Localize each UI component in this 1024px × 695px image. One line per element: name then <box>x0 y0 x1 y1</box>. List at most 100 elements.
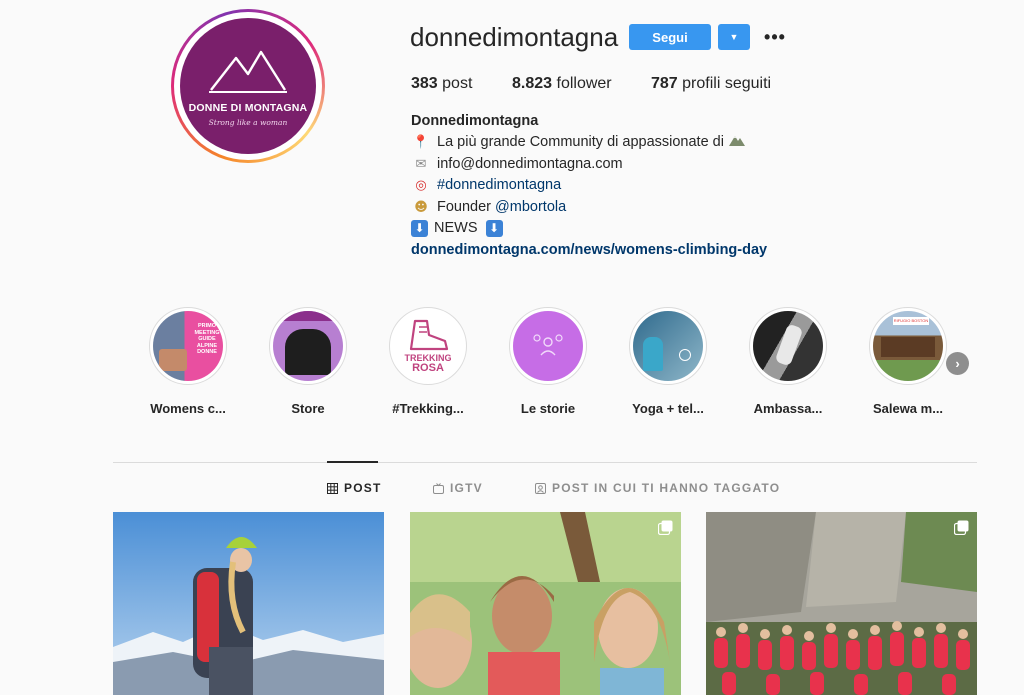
posts-stat: 383 post <box>411 75 472 93</box>
grid-icon <box>327 482 338 494</box>
highlight-salewa[interactable]: RIFUGIO BOSTON Salewa m... <box>863 307 953 416</box>
logo-tagline: Strong like a woman <box>208 117 288 127</box>
highlight-store[interactable]: Store <box>263 307 353 416</box>
highlight-label: Store <box>291 401 325 416</box>
bio-line-community: 📍 La più grande Community di appassionate… <box>411 132 746 153</box>
woman-icon: ☻ <box>414 200 428 215</box>
bio-community-text: La più grande Community di appassionate … <box>437 134 724 150</box>
mountain-emoji-icon <box>729 136 745 146</box>
multiple-photos-icon <box>954 520 969 535</box>
highlight-image: PRIMO MEETING GUIDE ALPINE DONNE <box>153 311 223 381</box>
group-icon <box>533 334 563 356</box>
chevron-right-icon: › <box>955 356 960 371</box>
bio-name: Donnedimontagna <box>411 113 539 129</box>
highlight-image: RIFUGIO BOSTON <box>873 311 943 381</box>
trekking-logo-line2: ROSA <box>412 362 444 374</box>
down-arrow-icon: ⬇ <box>485 220 503 237</box>
yoga-figure <box>643 337 663 371</box>
tab-posts-label: POST <box>344 481 382 495</box>
tab-tagged-label: POST IN CUI TI HANNO TAGGATO <box>552 481 781 495</box>
highlight-womens[interactable]: PRIMO MEETING GUIDE ALPINE DONNE Womens … <box>143 307 233 416</box>
multiple-photos-icon <box>658 520 673 535</box>
tab-igtv-label: IGTV <box>450 481 483 495</box>
tab-igtv[interactable]: IGTV <box>433 481 483 495</box>
salewa-sign: RIFUGIO BOSTON <box>893 317 929 325</box>
suggested-dropdown-button[interactable]: ▼ <box>718 24 750 50</box>
highlight-ring: PRIMO MEETING GUIDE ALPINE DONNE <box>149 307 227 385</box>
tab-tagged[interactable]: POST IN CUI TI HANNO TAGGATO <box>535 481 780 495</box>
highlight-label: Ambassa... <box>753 401 823 416</box>
highlight-ring: RIFUGIO BOSTON <box>869 307 947 385</box>
ellipsis-icon: ••• <box>764 26 786 47</box>
bio-line-news: ⬇ NEWS ⬇ <box>411 218 509 239</box>
follow-button[interactable]: Segui <box>629 24 711 50</box>
envelope-icon: ✉ <box>415 157 427 172</box>
highlight-image <box>273 311 343 381</box>
tab-posts[interactable]: POST <box>327 481 381 495</box>
highlight-image <box>513 311 583 381</box>
post-image-hiker <box>113 512 384 695</box>
hashtag-link[interactable]: #donnedimontagna <box>437 177 561 193</box>
followers-stat[interactable]: 8.823 follower <box>512 75 612 93</box>
highlight-womens-text: PRIMO MEETING GUIDE ALPINE DONNE <box>194 323 220 355</box>
profile-username: donnedimontagna <box>410 22 619 52</box>
highlight-ring <box>629 307 707 385</box>
target-icon: ◎ <box>415 178 427 193</box>
highlight-image <box>753 311 823 381</box>
hut-building <box>881 337 935 357</box>
highlight-ring <box>269 307 347 385</box>
logo-text: DONNE DI MONTAGNA <box>188 101 308 114</box>
posts-count: 383 <box>411 75 438 92</box>
profile-avatar[interactable]: DONNE DI MONTAGNA Strong like a woman <box>171 9 325 163</box>
post-thumbnail[interactable] <box>113 512 384 695</box>
down-arrow-icon: ⬇ <box>411 220 428 237</box>
tagged-person-icon <box>535 482 546 494</box>
trekking-logo-text: TREKKING ROSA <box>393 353 463 374</box>
highlight-trekking[interactable]: TREKKING ROSA #Trekking... <box>383 307 473 416</box>
founder-text: Founder <box>437 199 492 215</box>
followers-count: 8.823 <box>512 75 553 92</box>
highlight-label: Yoga + tel... <box>632 401 704 416</box>
highlight-label: #Trekking... <box>392 401 464 416</box>
bio-email-text: info@donnedimontagna.com <box>437 156 623 172</box>
post-thumbnail[interactable] <box>410 512 681 695</box>
following-count: 787 <box>651 75 678 92</box>
tabs-divider <box>113 462 977 463</box>
followers-label: follower <box>556 75 612 92</box>
tshirt-shape <box>285 329 331 375</box>
bio-website-link[interactable]: donnedimontagna.com/news/womens-climbing… <box>411 240 767 261</box>
following-label: profili seguiti <box>682 75 772 92</box>
mountain-logo-icon <box>209 50 287 93</box>
posts-label: post <box>442 75 473 92</box>
pushpin-icon: 📍 <box>412 135 430 150</box>
avatar-border: DONNE DI MONTAGNA Strong like a woman <box>174 12 322 160</box>
caret-down-icon: ▼ <box>729 32 739 42</box>
highlight-ring: TREKKING ROSA <box>389 307 467 385</box>
bio-line-founder: ☻ Founder @mbortola <box>411 197 566 218</box>
post-thumbnail[interactable] <box>706 512 977 695</box>
post-image-three-women <box>410 512 681 695</box>
highlights-next-button[interactable]: › <box>946 352 969 375</box>
active-tab-indicator <box>327 461 378 463</box>
mention-link[interactable]: @mbortola <box>495 199 566 215</box>
highlight-label: Womens c... <box>150 401 226 416</box>
highlight-yoga[interactable]: Yoga + tel... <box>623 307 713 416</box>
post-image-group-crag <box>706 512 977 695</box>
avatar-logo: DONNE DI MONTAGNA Strong like a woman <box>180 18 316 154</box>
highlight-photo-thumb <box>159 349 187 371</box>
following-stat[interactable]: 787 profili seguiti <box>651 75 771 93</box>
more-options-button[interactable]: ••• <box>764 24 786 50</box>
bio-line-email: ✉ info@donnedimontagna.com <box>411 154 623 175</box>
yoga-play-icon <box>679 349 691 361</box>
climber-figure <box>774 323 804 367</box>
highlight-label: Salewa m... <box>872 401 944 416</box>
highlight-ring <box>749 307 827 385</box>
news-text: NEWS <box>434 220 478 236</box>
igtv-icon <box>433 482 444 494</box>
highlight-le-storie[interactable]: Le storie <box>503 307 593 416</box>
highlight-ambassador[interactable]: Ambassa... <box>743 307 833 416</box>
highlight-label: Le storie <box>520 401 576 416</box>
highlight-image: TREKKING ROSA <box>393 311 463 381</box>
highlight-image <box>633 311 703 381</box>
highlight-ring <box>509 307 587 385</box>
